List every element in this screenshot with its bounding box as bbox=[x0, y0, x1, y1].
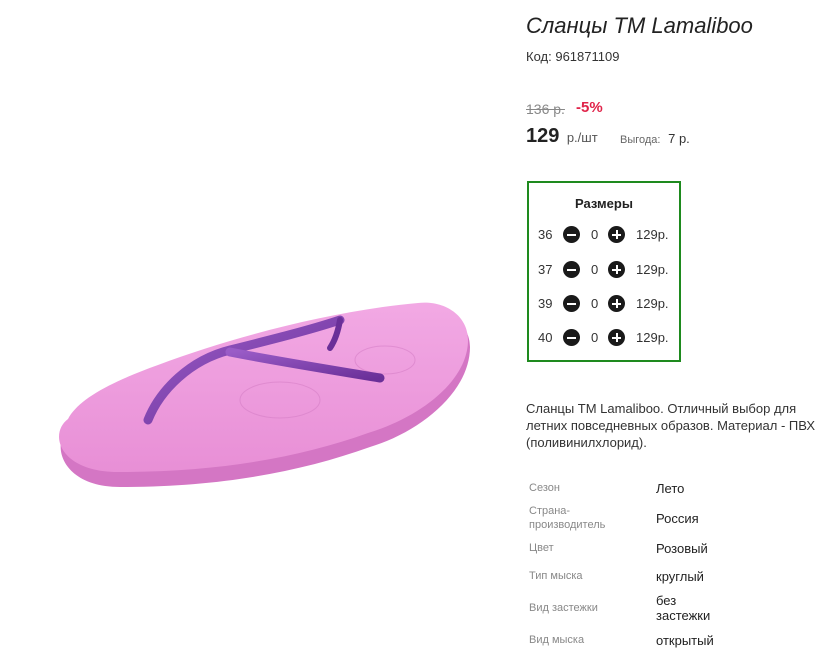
size-price: 129р. bbox=[636, 330, 669, 345]
property-value: круглый bbox=[656, 569, 704, 584]
benefit-value: 7 р. bbox=[668, 131, 690, 146]
decrease-quantity-button[interactable] bbox=[563, 261, 580, 278]
increase-quantity-button[interactable] bbox=[608, 329, 625, 346]
property-label: Тип мыска bbox=[529, 570, 583, 582]
property-label: Страна-производитель bbox=[529, 505, 606, 531]
sizes-panel: Размеры 36 0 129р. 37 0 129р. 39 0 129р.… bbox=[527, 181, 681, 362]
size-label: 40 bbox=[538, 330, 553, 345]
product-image[interactable] bbox=[40, 290, 480, 490]
product-title: Сланцы TM Lamaliboo bbox=[526, 13, 753, 38]
decrease-quantity-button[interactable] bbox=[563, 329, 580, 346]
product-description: Сланцы TM Lamaliboo. Отличный выбор для … bbox=[526, 401, 815, 450]
increase-quantity-button[interactable] bbox=[608, 261, 625, 278]
decrease-quantity-button[interactable] bbox=[563, 295, 580, 312]
size-price: 129р. bbox=[636, 296, 669, 311]
decrease-quantity-button[interactable] bbox=[563, 226, 580, 243]
size-quantity: 0 bbox=[591, 262, 599, 277]
size-quantity: 0 bbox=[591, 227, 599, 242]
price-unit: р./шт bbox=[566, 130, 598, 145]
size-quantity: 0 bbox=[591, 330, 599, 345]
size-label: 36 bbox=[538, 227, 553, 242]
size-row: 39 0 129р. bbox=[529, 293, 679, 313]
size-label: 37 bbox=[538, 262, 553, 277]
size-label: 39 bbox=[538, 296, 553, 311]
property-label: Цвет bbox=[529, 542, 554, 554]
size-row: 40 0 129р. bbox=[529, 327, 679, 347]
size-price: 129р. bbox=[636, 262, 669, 277]
discount-badge: -5% bbox=[576, 99, 603, 116]
property-value: Лето bbox=[656, 481, 685, 496]
property-value: Россия bbox=[656, 511, 699, 526]
size-quantity: 0 bbox=[591, 296, 599, 311]
size-row: 36 0 129р. bbox=[529, 224, 679, 244]
benefit-label: Выгода: bbox=[620, 134, 661, 146]
property-value: открытый bbox=[656, 633, 714, 648]
current-price: 129 р./шт bbox=[526, 125, 598, 148]
property-label: Вид застежки bbox=[529, 602, 598, 614]
increase-quantity-button[interactable] bbox=[608, 295, 625, 312]
price-value: 129 bbox=[526, 125, 560, 147]
benefit: Выгода: 7 р. bbox=[620, 131, 690, 146]
product-code-label: Код: bbox=[526, 49, 552, 64]
size-row: 37 0 129р. bbox=[529, 259, 679, 279]
size-price: 129р. bbox=[636, 227, 669, 242]
old-price: 136 р. bbox=[526, 101, 565, 117]
property-label: Вид мыска bbox=[529, 634, 585, 646]
product-code: Код: 961871109 bbox=[526, 49, 619, 64]
sizes-title: Размеры bbox=[575, 196, 633, 211]
product-code-value: 961871109 bbox=[555, 49, 620, 64]
property-value: Розовый bbox=[656, 541, 708, 556]
increase-quantity-button[interactable] bbox=[608, 226, 625, 243]
property-label: Сезон bbox=[529, 482, 560, 494]
property-value: без застежки bbox=[656, 593, 711, 623]
